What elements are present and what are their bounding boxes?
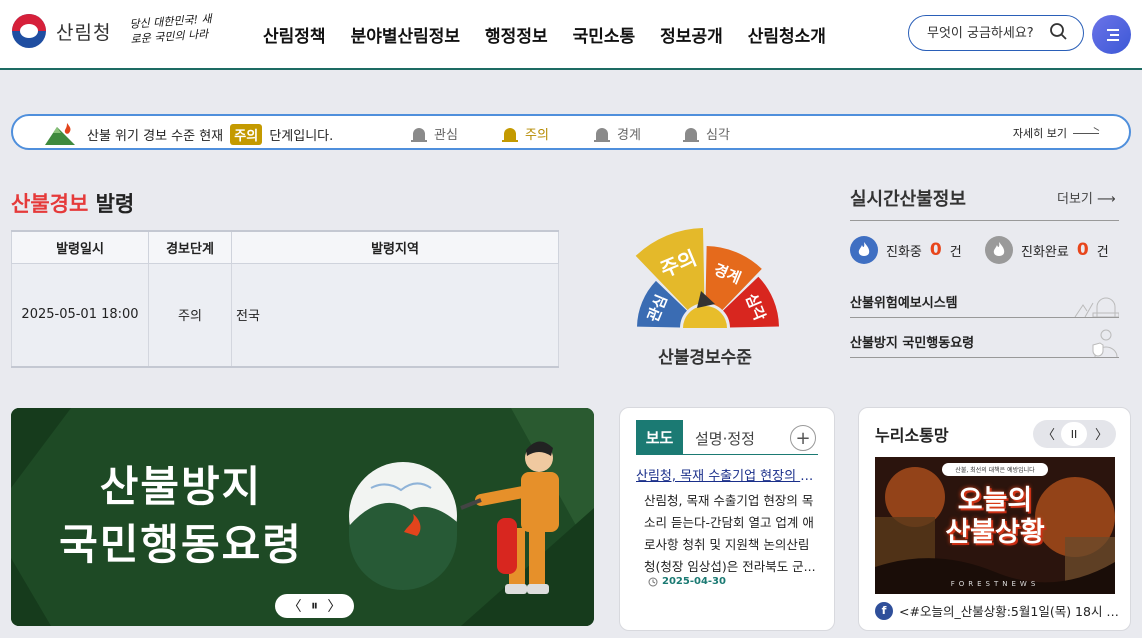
nav-item-about[interactable]: 산림청소개 — [748, 22, 826, 47]
prevention-banner[interactable]: 산불방지 국민행동요령 〈 ⏸ 〉 — [11, 408, 594, 626]
pause-button[interactable]: ⏸ — [311, 598, 318, 614]
alarm-bell-icon — [594, 127, 610, 142]
table-row: 2025-05-01 18:00 주의 전국 — [11, 262, 559, 368]
alarm-bell-icon — [683, 127, 699, 142]
alarm-bell-icon — [502, 127, 518, 142]
mountain-fire-icon — [45, 123, 75, 145]
alarm-bell-icon — [411, 127, 427, 142]
image-title: 오늘의 산불상황 — [945, 485, 1045, 548]
level-caution: 주의 — [501, 124, 549, 143]
news-headline[interactable]: 산림청, 목재 수출기업 현장의 목소리 — [636, 465, 818, 484]
tab-press[interactable]: 보도 — [636, 420, 683, 454]
site-logo[interactable]: 산림청 — [12, 14, 111, 48]
fire-done-icon — [985, 236, 1013, 264]
news-card: 보도 설명·정정 + 산림청, 목재 수출기업 현장의 목소리 산림청, 목재 … — [619, 407, 835, 631]
pause-button[interactable]: II — [1061, 422, 1087, 446]
cell-issued-at: 2025-05-01 18:00 — [11, 262, 149, 368]
image-footer: FORESTNEWS — [950, 580, 1040, 588]
nav-item-forest-policy[interactable]: 산림정책 — [263, 22, 326, 47]
search-box — [908, 15, 1084, 51]
stat-completed: 진화완료 0 건 — [985, 236, 1109, 264]
realtime-more-link[interactable]: 더보기 ⟶ — [1057, 188, 1116, 207]
news-date: 2025-04-30 — [648, 576, 726, 587]
next-button[interactable]: 〉 — [1095, 424, 1108, 443]
social-media-card: 누리소통망 〈 II 〉 산불, 최선의 대책은 예방입니다 오늘의 산불상황 … — [858, 407, 1131, 631]
person-shield-icon — [1092, 329, 1118, 357]
fire-alert-bar: 산불 위기 경보 수준 현재 주의 단계입니다. 관심 주의 경계 심각 자세히… — [11, 114, 1131, 150]
social-post-image[interactable]: 산불, 최선의 대책은 예방입니다 오늘의 산불상황 FORESTNEWS — [875, 457, 1115, 594]
cell-region: 전국 — [231, 262, 559, 368]
arrow-right-icon — [1073, 132, 1099, 134]
search-input[interactable] — [927, 24, 1047, 42]
alert-message: 산불 위기 경보 수준 현재 주의 단계입니다. — [87, 124, 333, 145]
social-post-caption[interactable]: f <#오늘의_산불상황:5월1일(목) 18시 가... — [875, 601, 1119, 620]
nav-item-admin-info[interactable]: 행정정보 — [485, 22, 548, 47]
social-title: 누리소통망 — [875, 426, 949, 445]
cell-level: 주의 — [148, 262, 232, 368]
slogan: 당신 대한민국! 새로운 국민의 나라 — [129, 12, 213, 46]
level-alert: 경계 — [593, 124, 641, 143]
col-issued-at: 발령일시 — [11, 230, 149, 264]
news-more-button[interactable]: + — [790, 425, 816, 451]
stat-in-progress: 진화중 0 건 — [850, 236, 962, 264]
level-interest: 관심 — [410, 124, 458, 143]
issuance-table: 발령일시 경보단계 발령지역 2025-05-01 18:00 주의 전국 — [11, 230, 559, 368]
menu-icon — [1107, 29, 1119, 31]
nav-item-field-info[interactable]: 분야별산림정보 — [351, 22, 460, 47]
prev-button[interactable]: 〈 — [1042, 424, 1055, 443]
divider — [850, 220, 1119, 221]
nav-item-communication[interactable]: 국민소통 — [573, 22, 636, 47]
government-emblem-icon — [12, 14, 46, 48]
search-icon[interactable] — [1049, 22, 1069, 42]
nav-item-disclosure[interactable]: 정보공개 — [660, 22, 723, 47]
col-region: 발령지역 — [231, 230, 559, 264]
image-tagline: 산불, 최선의 대책은 예방입니다 — [942, 463, 1048, 476]
current-level-badge: 주의 — [230, 124, 263, 145]
news-summary[interactable]: 산림청, 목재 수출기업 현장의 목소리 듣는다-간담회 열고 업계 애로사항 … — [644, 490, 820, 578]
forecast-system-icon — [1074, 297, 1119, 317]
tab-underline — [636, 454, 818, 455]
prev-button[interactable]: 〈 — [288, 596, 302, 616]
issuance-title: 산불경보 발령 — [11, 192, 135, 216]
main-nav: 산림정책 분야별산림정보 행정정보 국민소통 정보공개 산림청소개 — [263, 22, 826, 47]
gauge-hub — [683, 306, 727, 328]
logo-name: 산림청 — [56, 21, 112, 44]
social-carousel-controls: 〈 II 〉 — [1033, 420, 1116, 448]
level-serious: 심각 — [682, 124, 730, 143]
site-header: 산림청 당신 대한민국! 새로운 국민의 나라 산림정책 분야별산림정보 행정정… — [0, 0, 1142, 70]
banner-carousel-controls: 〈 ⏸ 〉 — [275, 594, 354, 618]
banner-title: 산불방지 국민행동요령 — [59, 462, 303, 569]
menu-button[interactable] — [1092, 15, 1131, 54]
tab-clarification[interactable]: 설명·정정 — [695, 428, 755, 449]
next-button[interactable]: 〉 — [327, 596, 341, 616]
alert-details-link[interactable]: 자세히 보기 — [1013, 125, 1099, 141]
gauge-label: 산불경보수준 — [658, 348, 752, 368]
facebook-icon: f — [875, 601, 893, 620]
col-level: 경보단계 — [148, 230, 232, 264]
fire-prevention-guide-link[interactable]: 산불방지 국민행동요령 — [850, 328, 1119, 358]
fire-risk-forecast-link[interactable]: 산불위험예보시스템 — [850, 288, 1119, 318]
clock-icon — [648, 577, 658, 586]
fire-icon — [850, 236, 878, 264]
realtime-title: 실시간산불정보 — [850, 189, 966, 210]
arrow-right-icon: ⟶ — [1097, 192, 1116, 207]
